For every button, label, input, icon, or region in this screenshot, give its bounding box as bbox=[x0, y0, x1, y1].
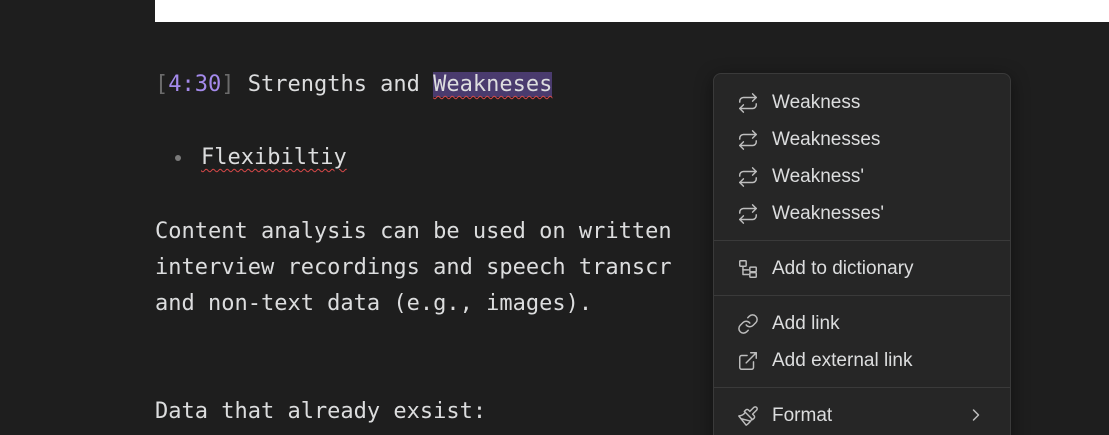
add-link-label: Add link bbox=[772, 312, 840, 334]
format-item[interactable]: Format bbox=[714, 397, 1010, 434]
bullet-text[interactable]: Flexibiltiy bbox=[201, 140, 347, 176]
timestamp-bracket-close: ] bbox=[221, 72, 235, 97]
add-link-item[interactable]: Add link bbox=[714, 305, 1010, 342]
menu-divider bbox=[714, 240, 1010, 241]
add-to-dictionary-label: Add to dictionary bbox=[772, 257, 914, 279]
suggestion-label: Weaknesses bbox=[772, 128, 881, 150]
replace-icon bbox=[736, 202, 760, 226]
embedded-block bbox=[155, 0, 1109, 22]
suggestion-weakness[interactable]: Weakness bbox=[714, 84, 1010, 121]
link-icon bbox=[736, 312, 760, 336]
data-heading-line[interactable]: Data that already exsist: bbox=[155, 394, 486, 430]
format-label: Format bbox=[772, 404, 833, 426]
spellcheck-context-menu: Weakness Weaknesses Weakness' Weaknesses… bbox=[713, 73, 1011, 435]
timestamp-bracket-open: [ bbox=[155, 72, 169, 97]
heading-text: Strengths and bbox=[234, 72, 434, 97]
chevron-right-icon bbox=[972, 409, 980, 421]
section-heading[interactable]: [4:30] Strengths and Weakneses bbox=[155, 67, 553, 103]
suggestion-weakness-possessive[interactable]: Weakness' bbox=[714, 158, 1010, 195]
replace-icon bbox=[736, 91, 760, 115]
paintbrush-icon bbox=[736, 404, 760, 428]
bullet-dot-icon bbox=[175, 155, 181, 161]
timestamp-link[interactable]: 4:30 bbox=[168, 72, 221, 97]
dictionary-tree-icon bbox=[736, 257, 760, 281]
paragraph-line-1[interactable]: Content analysis can be used on written bbox=[155, 214, 672, 250]
paragraph-line-3[interactable]: and non-text data (e.g., images). bbox=[155, 286, 592, 322]
replace-icon bbox=[736, 128, 760, 152]
suggestion-weaknesses-possessive[interactable]: Weaknesses' bbox=[714, 195, 1010, 232]
replace-icon bbox=[736, 165, 760, 189]
menu-divider bbox=[714, 387, 1010, 388]
bullet-list-item[interactable]: Flexibiltiy bbox=[175, 140, 347, 176]
external-link-icon bbox=[736, 349, 760, 373]
editor-page: [4:30] Strengths and Weakneses Flexibilt… bbox=[0, 0, 1109, 435]
suggestion-weaknesses[interactable]: Weaknesses bbox=[714, 121, 1010, 158]
suggestion-label: Weakness bbox=[772, 91, 861, 113]
suggestion-label: Weaknesses' bbox=[772, 202, 885, 224]
paragraph-line-2[interactable]: interview recordings and speech transcr bbox=[155, 250, 672, 286]
selected-misspelled-word[interactable]: Weakneses bbox=[433, 72, 553, 97]
add-to-dictionary-item[interactable]: Add to dictionary bbox=[714, 250, 1010, 287]
suggestion-label: Weakness' bbox=[772, 165, 864, 187]
add-external-link-item[interactable]: Add external link bbox=[714, 342, 1010, 379]
add-external-link-label: Add external link bbox=[772, 349, 913, 371]
menu-divider bbox=[714, 295, 1010, 296]
